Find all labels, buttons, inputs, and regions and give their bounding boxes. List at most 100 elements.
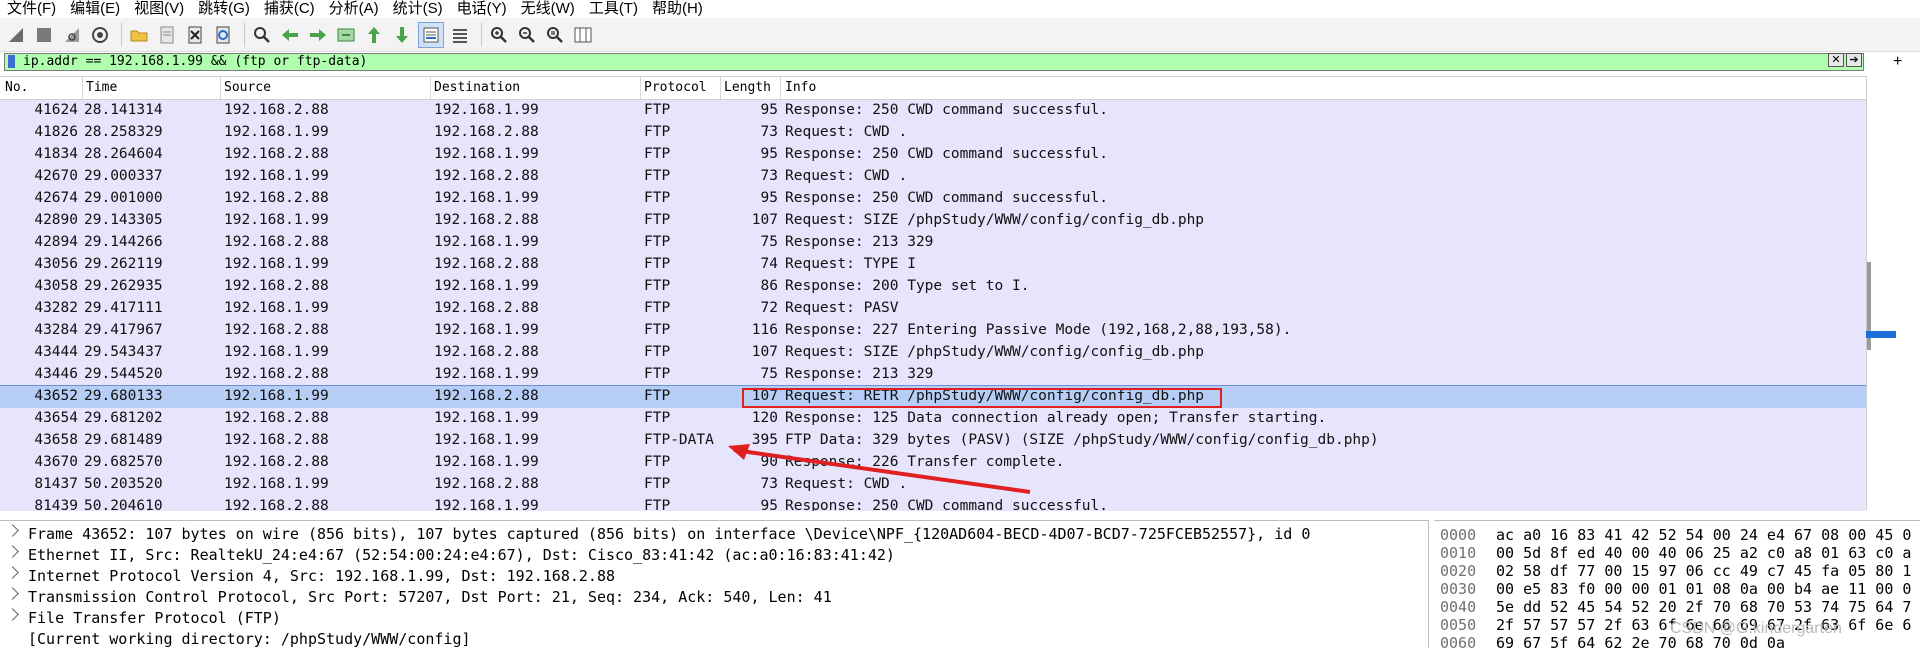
menu-item-4[interactable]: 捕获(C) [257,0,322,18]
packet-row[interactable]: 43282 29.417111 192.168.1.99 192.168.2.88 FT… [0,298,1866,320]
packet-no: 81437 [34,476,78,492]
restart-capture-icon[interactable] [60,23,84,47]
colorize-icon[interactable] [448,23,472,47]
apply-filter-icon[interactable]: ➔ [1846,53,1862,67]
column-header-time[interactable]: Time [86,80,117,95]
open-file-icon[interactable] [127,23,151,47]
packet-row[interactable]: 43446 29.544520 192.168.2.88 192.168.1.99 FT… [0,364,1866,386]
packet-protocol: FTP [644,454,671,470]
packet-info: Request: CWD . [785,124,908,140]
menu-item-8[interactable]: 无线(W) [514,0,582,18]
column-header-no[interactable]: No. [5,80,28,95]
packet-time: 28.258329 [84,124,163,140]
packet-source: 192.168.1.99 [224,388,329,404]
packet-destination: 192.168.1.99 [434,410,539,426]
hex-offset: 0040 [1440,598,1477,616]
packet-row[interactable]: 42670 29.000337 192.168.1.99 192.168.2.88 FT… [0,166,1866,188]
packet-protocol: FTP [644,256,671,272]
go-back-icon[interactable] [278,23,302,47]
column-header-destination[interactable]: Destination [434,80,520,95]
packet-length: 95 [760,102,778,118]
menu-item-2[interactable]: 视图(V) [127,0,191,18]
packet-row[interactable]: 43056 29.262119 192.168.1.99 192.168.2.88 FT… [0,254,1866,276]
chevron-right-icon[interactable] [6,524,19,537]
packet-protocol: FTP [644,124,671,140]
menu-item-3[interactable]: 跳转(G) [191,0,257,18]
packet-source: 192.168.2.88 [224,102,329,118]
shark-fin-start-icon[interactable] [4,23,28,47]
go-to-packet-icon[interactable] [334,23,358,47]
reload-icon[interactable] [211,23,235,47]
packet-row[interactable]: 42674 29.001000 192.168.2.88 192.168.1.99 FT… [0,188,1866,210]
display-filter-input[interactable]: ip.addr == 192.168.1.99 && (ftp or ftp-d… [4,53,1864,71]
packet-row[interactable]: 42890 29.143305 192.168.1.99 192.168.2.88 FT… [0,210,1866,232]
menu-item-10[interactable]: 帮助(H) [645,0,710,18]
packet-row[interactable]: 43058 29.262935 192.168.2.88 192.168.1.99 FT… [0,276,1866,298]
resize-columns-icon[interactable] [571,23,595,47]
chevron-right-icon[interactable] [6,545,19,558]
chevron-right-icon[interactable] [6,587,19,600]
packet-row[interactable]: 43444 29.543437 192.168.1.99 192.168.2.88 FT… [0,342,1866,364]
hex-offset: 0020 [1440,562,1477,580]
packet-no: 43056 [34,256,78,272]
packet-source: 192.168.1.99 [224,476,329,492]
menu-item-7[interactable]: 电话(Y) [450,0,514,18]
packet-source: 192.168.2.88 [224,366,329,382]
go-forward-icon[interactable] [306,23,330,47]
hex-offset: 0010 [1440,544,1477,562]
first-packet-icon[interactable] [362,23,386,47]
column-header-protocol[interactable]: Protocol [644,80,707,95]
packet-time: 29.417111 [84,300,163,316]
chevron-right-icon[interactable] [6,566,19,579]
packet-list-scrollbar[interactable] [1866,76,1920,510]
stop-capture-icon[interactable] [32,23,56,47]
close-file-icon[interactable] [183,23,207,47]
detail-tree-label: Transmission Control Protocol, Src Port:… [28,588,832,606]
zoom-in-icon[interactable] [487,23,511,47]
save-file-icon[interactable] [155,23,179,47]
normal-size-icon[interactable] [543,23,567,47]
packet-no: 43652 [34,388,78,404]
menu-item-9[interactable]: 工具(T) [582,0,645,18]
packet-protocol: FTP [644,476,671,492]
menu-item-6[interactable]: 统计(S) [386,0,450,18]
packet-row[interactable]: 41826 28.258329 192.168.1.99 192.168.2.88 FT… [0,122,1866,144]
find-packet-icon[interactable] [250,23,274,47]
packet-row[interactable]: 41834 28.264604 192.168.2.88 192.168.1.99 FT… [0,144,1866,166]
bookmark-icon[interactable] [8,55,15,68]
capture-options-icon[interactable] [88,23,112,47]
column-header-length[interactable]: Length [724,80,771,95]
menu-item-5[interactable]: 分析(A) [322,0,386,18]
packet-row[interactable]: 43284 29.417967 192.168.2.88 192.168.1.99 FT… [0,320,1866,342]
packet-length: 107 [751,212,778,228]
detail-tree-label: Frame 43652: 107 bytes on wire (856 bits… [28,525,1311,543]
zoom-out-icon[interactable] [515,23,539,47]
packet-info: Response: 250 CWD command successful. [785,146,1109,162]
clear-filter-icon[interactable]: ✕ [1828,53,1844,67]
selected-packet-marker [1866,331,1896,338]
menu-item-1[interactable]: 编辑(E) [63,0,127,18]
column-header-info[interactable]: Info [785,80,816,95]
packet-length: 86 [760,278,778,294]
packet-list-header: No. Time Source Destination Protocol Len… [0,77,1866,100]
packet-row[interactable]: 41624 28.141314 192.168.2.88 192.168.1.99 FT… [0,100,1866,122]
column-header-source[interactable]: Source [224,80,271,95]
packet-row[interactable]: 42894 29.144266 192.168.2.88 192.168.1.99 FT… [0,232,1866,254]
packet-no: 41834 [34,146,78,162]
last-packet-icon[interactable] [390,23,414,47]
packet-info: Response: 213 329 [785,366,934,382]
filter-text[interactable]: ip.addr == 192.168.1.99 && (ftp or ftp-d… [23,54,367,69]
hex-offset: 0030 [1440,580,1477,598]
packet-destination: 192.168.2.88 [434,344,539,360]
packet-row[interactable]: 43654 29.681202 192.168.2.88 192.168.1.99 FT… [0,408,1866,430]
chevron-right-icon[interactable] [6,608,19,621]
menu-item-0[interactable]: 文件(F) [0,0,63,18]
packet-no: 42670 [34,168,78,184]
packet-time: 50.204610 [84,498,163,511]
packet-info: Response: 227 Entering Passive Mode (192… [785,322,1292,338]
packet-length: 95 [760,190,778,206]
packet-time: 29.000337 [84,168,163,184]
autoscroll-icon[interactable] [418,21,444,48]
add-filter-button[interactable]: + [1893,52,1902,72]
packet-protocol: FTP [644,498,671,511]
